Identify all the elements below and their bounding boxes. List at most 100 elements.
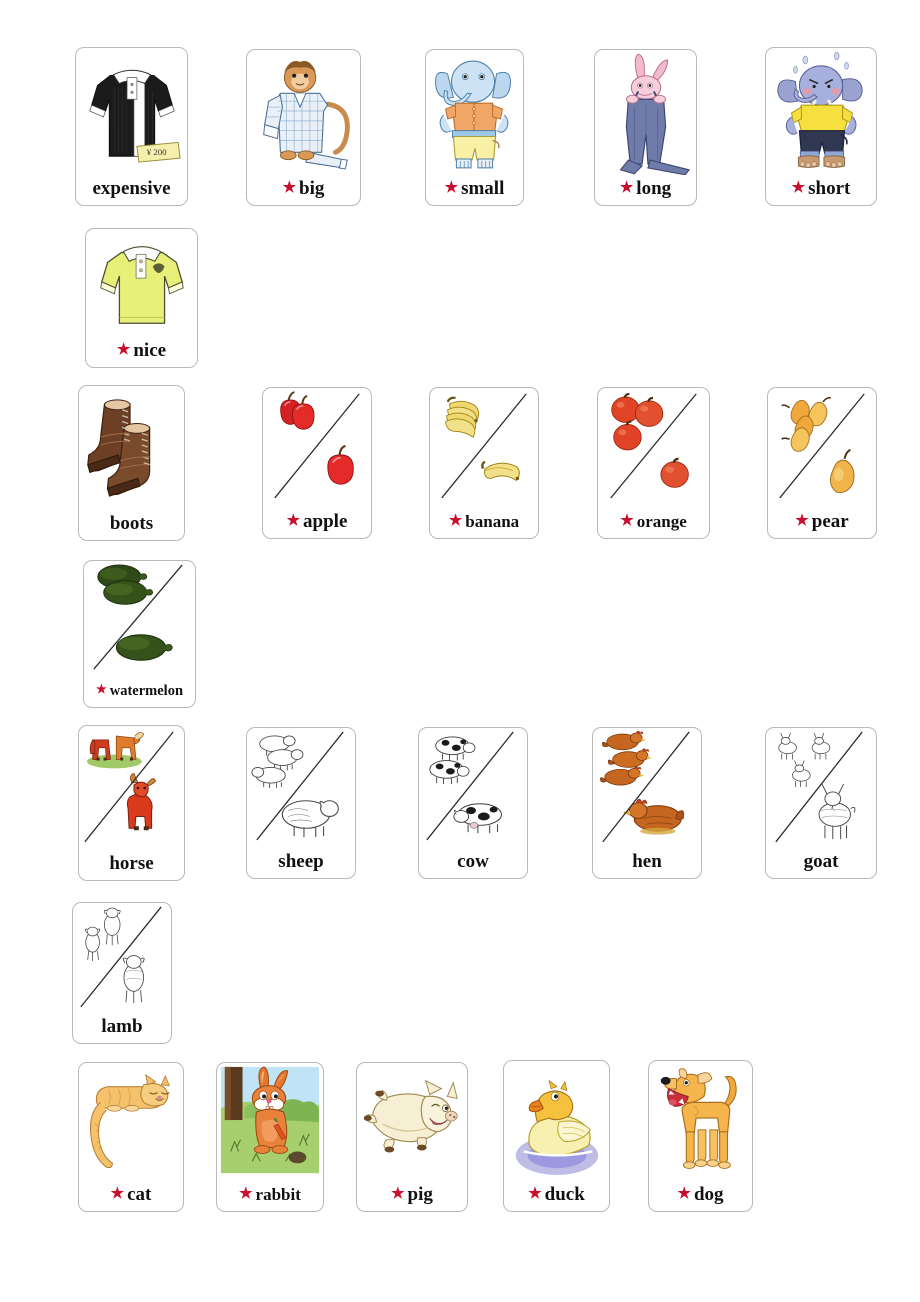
flashcard-label: hen — [593, 848, 701, 876]
flashcard-banana[interactable]: ★ banana — [429, 387, 539, 539]
label-text: hen — [632, 851, 662, 872]
plural-group — [445, 396, 480, 438]
art-yellow-polo-shirt — [86, 229, 197, 337]
flashcard-horse[interactable]: horse — [78, 725, 185, 881]
plural-group — [611, 392, 664, 451]
singular-group — [281, 800, 339, 838]
flashcard-label: goat — [766, 848, 876, 876]
star-icon: ★ — [795, 513, 809, 529]
flashcard-expensive[interactable]: ¥ 200 expensive — [75, 47, 188, 206]
label-text: pig — [407, 1184, 433, 1205]
label-text: sheep — [278, 851, 324, 872]
art-bananas — [430, 388, 538, 508]
plural-group — [97, 564, 154, 605]
plural-group — [778, 732, 831, 788]
flashcard-rabbit[interactable]: ★ rabbit — [216, 1062, 324, 1212]
art-hens — [593, 728, 701, 848]
star-icon: ★ — [528, 1186, 542, 1202]
singular-group — [126, 772, 156, 831]
flashcard-label: ★ rabbit — [217, 1181, 323, 1209]
flashcard-apple[interactable]: ★ apple — [262, 387, 372, 539]
plural-group — [429, 736, 476, 785]
flashcard-label: horse — [79, 850, 184, 878]
flashcard-lamb[interactable]: lamb — [72, 902, 172, 1044]
plural-group — [85, 907, 121, 961]
art-elephant-in-short-clothes — [766, 48, 876, 175]
plural-group — [251, 735, 304, 788]
flashcard-hen[interactable]: hen — [592, 727, 702, 879]
flashcard-cat[interactable]: ★ cat — [78, 1062, 184, 1212]
flashcard-label: ★ big — [247, 175, 360, 203]
flashcard-nice[interactable]: ★ nice — [85, 228, 198, 368]
singular-group — [122, 955, 145, 1004]
singular-group — [818, 783, 856, 840]
star-icon: ★ — [619, 180, 634, 196]
flashcard-pear[interactable]: ★ pear — [767, 387, 877, 539]
label-text: rabbit — [255, 1185, 301, 1204]
singular-group — [660, 457, 689, 488]
star-icon: ★ — [620, 513, 634, 529]
art-rabbit-in-long-trousers — [595, 50, 696, 175]
label-text: duck — [544, 1184, 585, 1205]
flashcard-label: ★ short — [766, 175, 876, 203]
art-horses — [79, 726, 184, 850]
flashcard-label: expensive — [76, 175, 187, 203]
art-yellow-duck-on-water — [504, 1061, 609, 1181]
art-pears — [768, 388, 876, 508]
flashcard-short[interactable]: ★ short — [765, 47, 877, 206]
art-sheep — [247, 728, 355, 848]
plural-group — [781, 396, 832, 452]
star-icon: ★ — [444, 180, 459, 196]
star-icon: ★ — [677, 1186, 691, 1202]
label-text: short — [808, 178, 851, 199]
label-text: big — [299, 178, 325, 199]
flashcard-label: cow — [419, 848, 527, 876]
flashcard-label: ★ orange — [598, 508, 709, 536]
art-rabbit-in-garden-scene — [217, 1063, 323, 1181]
singular-group — [622, 798, 685, 835]
flashcard-label: ★ dog — [649, 1181, 752, 1209]
flashcard-duck[interactable]: ★ duck — [503, 1060, 610, 1212]
flashcard-label: ★ pear — [768, 508, 876, 536]
flashcard-label: boots — [79, 510, 184, 538]
label-text: long — [636, 178, 672, 199]
label-text: lamb — [101, 1016, 143, 1037]
art-pink-pig-lying-down — [357, 1063, 467, 1181]
art-watermelons — [84, 561, 195, 677]
label-text: pear — [811, 511, 849, 532]
plural-group — [280, 391, 315, 430]
art-monkey-in-oversized-pyjamas — [247, 50, 360, 175]
flashcard-pig[interactable]: ★ pig — [356, 1062, 468, 1212]
flashcard-dog[interactable]: ★ dog — [648, 1060, 753, 1212]
flashcard-orange[interactable]: ★ orange — [597, 387, 710, 539]
flashcard-label: sheep — [247, 848, 355, 876]
flashcard-boots[interactable]: boots — [78, 385, 185, 541]
label-text: cow — [457, 851, 489, 872]
label-text: small — [461, 178, 505, 199]
singular-group — [327, 444, 354, 485]
flashcard-label: ★ nice — [86, 337, 197, 365]
art-oranges — [598, 388, 709, 508]
price-tag-text: ¥ 200 — [147, 147, 167, 157]
flashcard-goat[interactable]: goat — [765, 727, 877, 879]
flashcard-label: ★ apple — [263, 508, 371, 536]
flashcard-small[interactable]: ★ small — [425, 49, 524, 206]
label-text: goat — [803, 851, 839, 872]
star-icon: ★ — [110, 1186, 125, 1202]
art-elephant-in-tight-clothes — [426, 50, 523, 175]
label-text: boots — [109, 513, 154, 534]
label-text: watermelon — [109, 683, 184, 699]
art-goats — [766, 728, 876, 848]
flashcard-watermelon[interactable]: ★ watermelon — [83, 560, 196, 708]
label-text: apple — [303, 511, 348, 532]
singular-group — [115, 634, 173, 661]
art-barking-orange-dog — [649, 1061, 752, 1181]
flashcard-big[interactable]: ★ big — [246, 49, 361, 206]
plural-group — [86, 732, 145, 769]
flashcard-label: ★ banana — [430, 508, 538, 536]
flashcard-label: ★ pig — [357, 1181, 467, 1209]
flashcard-cow[interactable]: cow — [418, 727, 528, 879]
flashcard-long[interactable]: ★ long — [594, 49, 697, 206]
flashcard-sheep[interactable]: sheep — [246, 727, 356, 879]
flashcard-label: ★ small — [426, 175, 523, 203]
